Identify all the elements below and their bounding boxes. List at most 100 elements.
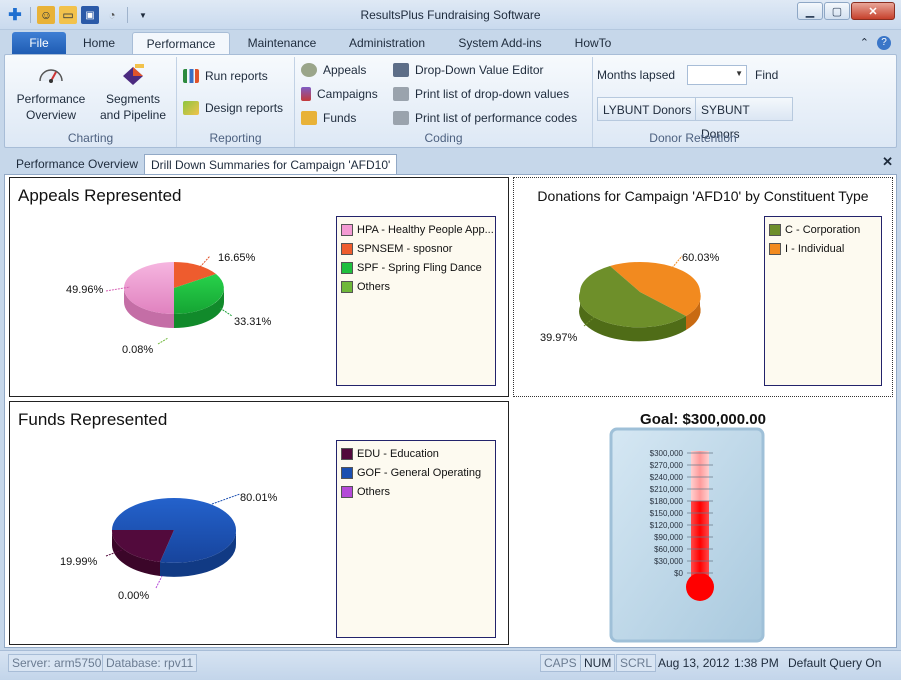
window-title: ResultsPlus Fundraising Software bbox=[360, 8, 541, 22]
pct-label-others-funds: 0.00% bbox=[118, 590, 150, 602]
group-label-coding: Coding bbox=[424, 131, 463, 145]
pct-label-spf: 33.31% bbox=[234, 316, 272, 328]
pct-label-indiv: 60.03% bbox=[682, 252, 720, 264]
tab-system-add-ins[interactable]: System Add-ins bbox=[450, 32, 550, 54]
thermometer-tick-label: $0 bbox=[674, 569, 683, 578]
segments-pipeline-label: Segments and Pipeline bbox=[99, 92, 167, 122]
database-status: Database: rpv11 bbox=[102, 654, 198, 672]
print-dropdown-label: Print list of drop-down values bbox=[415, 87, 570, 101]
group-reporting: Run reports Design reports Reporting bbox=[177, 57, 295, 147]
gauge-icon bbox=[39, 69, 63, 83]
find-button[interactable]: Find bbox=[751, 65, 782, 85]
close-button[interactable]: ✕ bbox=[851, 2, 895, 20]
legend-swatch bbox=[341, 224, 353, 236]
performance-overview-label: Performance Overview bbox=[16, 92, 86, 122]
status-bar: Server: arm5750 Database: rpv11 CAPS NUM… bbox=[0, 650, 901, 680]
sybunt-donors-button[interactable]: SYBUNT Donors bbox=[695, 97, 793, 141]
thermometer-tick-label: $30,000 bbox=[654, 557, 683, 566]
bar-chart-icon bbox=[183, 69, 199, 83]
run-reports-button[interactable]: Run reports bbox=[183, 67, 268, 85]
constituent-panel: Donations for Campaign 'AFD10' by Consti… bbox=[513, 177, 893, 397]
appeals-panel: Appeals Represented 49.96% 16.65% 33.31%… bbox=[9, 177, 509, 397]
thermometer-tick-label: $120,000 bbox=[650, 521, 684, 530]
funds-panel: Funds Represented 80.01% 19.99% 0.00% ED… bbox=[9, 401, 509, 645]
thermometer-tick-label: $60,000 bbox=[654, 545, 683, 554]
thermometer-bulb bbox=[686, 573, 714, 601]
thermometer-background bbox=[609, 427, 765, 643]
thermometer-tick-label: $210,000 bbox=[650, 485, 684, 494]
tab-maintenance[interactable]: Maintenance bbox=[240, 32, 324, 54]
funds-label: Funds bbox=[323, 111, 357, 125]
help-icon[interactable]: ? bbox=[877, 36, 891, 50]
legend-item-others-funds: Others bbox=[341, 485, 390, 499]
funds-legend: EDU - Education GOF - General Operating … bbox=[336, 440, 496, 638]
title-bar: ✚ ☺ ▭ ▣ ◔ ▼ ResultsPlus Fundraising Soft… bbox=[0, 0, 901, 30]
ribbon: Performance Overview Segments and Pipeli… bbox=[4, 54, 897, 148]
doc-tab-drill-down[interactable]: Drill Down Summaries for Campaign 'AFD10… bbox=[144, 154, 398, 174]
goal-thermometer: $300,000 $270,000 $240,000 $210,000 $180,000… bbox=[609, 427, 765, 643]
thermometer-tick-label: $270,000 bbox=[650, 461, 684, 470]
lybunt-donors-button[interactable]: LYBUNT Donors bbox=[597, 97, 698, 121]
tab-performance[interactable]: Performance bbox=[132, 32, 230, 54]
group-coding: Appeals Campaigns Funds Drop-Down Value … bbox=[295, 57, 593, 147]
months-lapsed-dropdown[interactable]: ▼ bbox=[687, 65, 747, 85]
dropdown-editor-button[interactable]: Drop-Down Value Editor bbox=[393, 61, 544, 79]
campaigns-label: Campaigns bbox=[317, 87, 378, 101]
list-edit-icon bbox=[393, 63, 409, 77]
pct-label-hpa: 49.96% bbox=[66, 284, 104, 296]
collapse-ribbon-icon[interactable]: ⌃ bbox=[860, 36, 869, 50]
group-label-charting: Charting bbox=[67, 131, 114, 145]
leader-line bbox=[155, 575, 163, 589]
print-dropdown-button[interactable]: Print list of drop-down values bbox=[393, 85, 569, 103]
legend-item-spf: SPF - Spring Fling Dance bbox=[341, 261, 482, 275]
print-perf-codes-label: Print list of performance codes bbox=[415, 111, 578, 125]
doc-tab-performance-overview[interactable]: Performance Overview bbox=[10, 154, 144, 174]
thermometer-tick-label: $300,000 bbox=[650, 449, 684, 458]
minimize-button[interactable]: ▁ bbox=[797, 2, 823, 20]
funds-icon bbox=[301, 111, 317, 125]
group-label-reporting: Reporting bbox=[209, 131, 262, 145]
funds-button[interactable]: Funds bbox=[301, 109, 356, 127]
tab-home[interactable]: Home bbox=[72, 32, 126, 54]
tab-administration[interactable]: Administration bbox=[338, 32, 436, 54]
dashboard: Appeals Represented 49.96% 16.65% 33.31%… bbox=[4, 174, 897, 648]
segments-pipeline-button[interactable]: Segments and Pipeline bbox=[93, 63, 173, 123]
campaigns-icon bbox=[301, 87, 311, 101]
design-reports-label: Design reports bbox=[205, 101, 284, 115]
goal-panel: Goal: $300,000.00 $300,000 $270,000 $240,0… bbox=[513, 401, 893, 645]
close-tab-icon[interactable]: ✕ bbox=[882, 154, 893, 170]
months-lapsed-label: Months lapsed bbox=[597, 68, 676, 82]
chevron-down-icon: ▼ bbox=[735, 69, 743, 78]
printer-icon bbox=[393, 111, 409, 125]
legend-text: HPA - Healthy People App... bbox=[357, 224, 494, 236]
appeals-button[interactable]: Appeals bbox=[301, 61, 366, 79]
pencil-icon bbox=[183, 101, 199, 115]
legend-text: Others bbox=[357, 281, 391, 293]
performance-overview-button[interactable]: Performance Overview bbox=[13, 63, 89, 123]
num-indicator: NUM bbox=[580, 654, 616, 672]
legend-text: GOF - General Operating bbox=[357, 467, 482, 479]
window-controls: ▁ ▢ ✕ bbox=[797, 2, 895, 20]
maximize-button[interactable]: ▢ bbox=[824, 2, 850, 20]
legend-swatch bbox=[341, 448, 353, 460]
legend-swatch bbox=[341, 486, 353, 498]
group-donor-retention: Months lapsed ▼ Find LYBUNT Donors SYBUN… bbox=[593, 57, 793, 147]
leader-line bbox=[157, 337, 169, 345]
design-reports-button[interactable]: Design reports bbox=[183, 99, 283, 117]
legend-item-spnsem: SPNSEM - sposnor bbox=[341, 242, 452, 256]
campaigns-button[interactable]: Campaigns bbox=[301, 85, 378, 103]
tab-howto[interactable]: HowTo bbox=[566, 32, 620, 54]
leader-line bbox=[199, 255, 211, 268]
thermometer-tick-label: $240,000 bbox=[650, 473, 684, 482]
constituent-legend: C - Corporation I - Individual bbox=[764, 216, 882, 386]
thermometer-tick-label: $150,000 bbox=[650, 509, 684, 518]
pct-label-gof: 80.01% bbox=[240, 492, 278, 504]
legend-text: EDU - Education bbox=[357, 448, 439, 460]
status-time: 1:38 PM bbox=[734, 656, 779, 670]
legend-item-others: Others bbox=[341, 280, 390, 294]
tab-file[interactable]: File bbox=[12, 32, 66, 54]
ribbon-tab-icons: ⌃ ? bbox=[860, 36, 891, 50]
document-tabs: Performance Overview Drill Down Summarie… bbox=[4, 152, 897, 174]
pct-label-corp: 39.97% bbox=[540, 332, 578, 344]
print-perf-codes-button[interactable]: Print list of performance codes bbox=[393, 109, 577, 127]
